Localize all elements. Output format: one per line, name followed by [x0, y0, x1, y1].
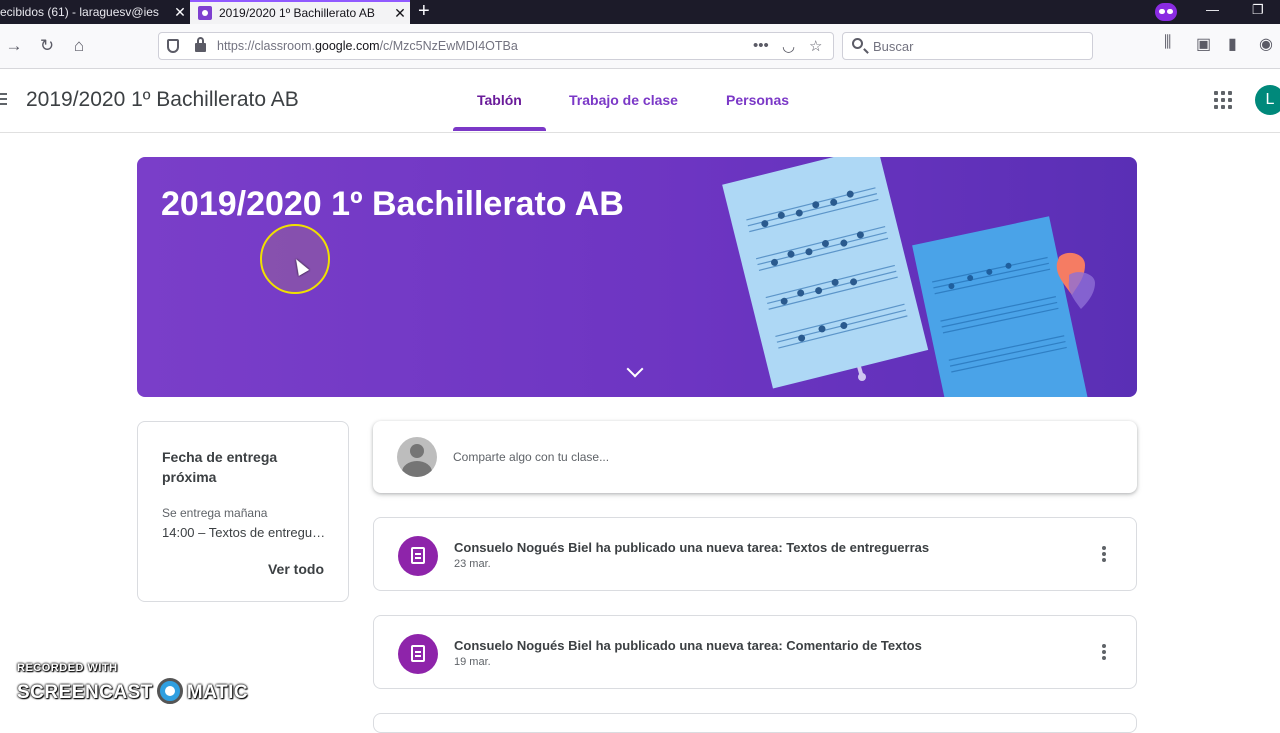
- extension-icon[interactable]: ▮: [1228, 34, 1237, 54]
- more-vert-icon[interactable]: [1102, 644, 1106, 662]
- post-date: 19 mar.: [454, 656, 491, 668]
- post-title: Consuelo Nogués Biel ha publicado una nu…: [454, 540, 930, 555]
- tracking-shield-icon[interactable]: [167, 39, 179, 53]
- assignment-icon: [398, 536, 438, 576]
- upcoming-title: Fecha de entrega próxima: [162, 449, 278, 485]
- url-domain: google.com: [314, 39, 380, 53]
- upcoming-card: Fecha de entrega próxima Se entrega maña…: [137, 421, 349, 602]
- active-tab-indicator: [453, 127, 546, 131]
- upcoming-due: Se entrega mañana: [162, 506, 268, 520]
- post-title: Consuelo Nogués Biel ha publicado una nu…: [454, 638, 922, 653]
- search-input[interactable]: Buscar: [842, 32, 1093, 60]
- browser-nav-bar: → ↻ ⌂ https://classroom.google.com/c/Mzc…: [0, 24, 1280, 69]
- view-all-button[interactable]: Ver todo: [268, 561, 324, 577]
- restore-icon[interactable]: ❐: [1252, 2, 1264, 18]
- forward-arrow-icon[interactable]: →: [2, 34, 26, 58]
- music-sheets-illustration: [722, 157, 1095, 397]
- sidebar-icon[interactable]: ▣: [1196, 34, 1211, 54]
- minimize-icon[interactable]: —: [1206, 2, 1219, 17]
- share-announcement-box[interactable]: Comparte algo con tu clase...: [373, 421, 1137, 493]
- tab-classwork[interactable]: Trabajo de clase: [569, 92, 678, 108]
- classroom-favicon-icon: [198, 6, 212, 20]
- home-icon[interactable]: ⌂: [67, 34, 91, 58]
- search-icon: [852, 38, 863, 49]
- reload-icon[interactable]: ↻: [35, 34, 59, 58]
- page-title: 2019/2020 1º Bachillerato AB: [26, 88, 299, 111]
- stream-post[interactable]: [373, 713, 1137, 733]
- close-icon[interactable]: ✕: [390, 5, 410, 22]
- url-text[interactable]: https://classroom.google.com/c/Mzc5NzEwM…: [217, 39, 518, 53]
- url-bar[interactable]: https://classroom.google.com/c/Mzc5NzEwM…: [158, 32, 834, 60]
- new-tab-button[interactable]: +: [418, 0, 430, 24]
- tab-title: 2019/2020 1º Bachillerato AB: [219, 6, 375, 20]
- stream-post[interactable]: Consuelo Nogués Biel ha publicado una nu…: [373, 615, 1137, 689]
- menu-icon[interactable]: [0, 93, 7, 108]
- tab-title: ecibidos (61) - laraguesv@ies: [0, 5, 159, 19]
- browser-tab-bar: ecibidos (61) - laraguesv@ies ✕ 2019/202…: [0, 0, 1280, 24]
- stream-post[interactable]: Consuelo Nogués Biel ha publicado una nu…: [373, 517, 1137, 591]
- assignment-icon: [398, 634, 438, 674]
- watermark-line1: RECORDED WITH: [17, 662, 118, 674]
- lock-icon[interactable]: [195, 37, 206, 52]
- close-icon[interactable]: ✕: [170, 4, 190, 21]
- avatar: [397, 437, 437, 477]
- banner-title: 2019/2020 1º Bachillerato AB: [161, 185, 624, 223]
- watermark-word2: MATIC: [186, 682, 249, 704]
- private-browsing-mask-icon: [1155, 3, 1177, 21]
- browser-tab-mail[interactable]: ecibidos (61) - laraguesv@ies ✕: [0, 0, 190, 24]
- classroom-header: 2019/2020 1º Bachillerato AB Tablón Trab…: [0, 69, 1280, 133]
- watermark-word1: SCREENCAST: [17, 682, 153, 704]
- library-icon[interactable]: ⫼: [1164, 34, 1171, 52]
- upcoming-assignment-link[interactable]: 14:00 – Textos de entreguerras: [162, 525, 328, 540]
- tab-stream[interactable]: Tablón: [477, 92, 522, 108]
- avatar[interactable]: L: [1255, 85, 1280, 115]
- more-vert-icon[interactable]: [1102, 546, 1106, 564]
- share-placeholder: Comparte algo con tu clase...: [453, 450, 610, 464]
- bookmark-star-icon[interactable]: ☆: [809, 37, 822, 55]
- url-prefix: https://classroom.: [217, 39, 315, 53]
- account-icon[interactable]: ◉: [1259, 34, 1273, 54]
- chevron-down-icon[interactable]: [626, 360, 644, 378]
- post-date: 23 mar.: [454, 558, 491, 570]
- tab-people[interactable]: Personas: [726, 92, 789, 108]
- url-path: /c/Mzc5NzEwMDI4OTBa: [379, 39, 518, 53]
- browser-tab-classroom[interactable]: 2019/2020 1º Bachillerato AB ✕: [190, 0, 410, 24]
- search-placeholder: Buscar: [873, 39, 914, 54]
- watermark-logo: SCREENCAST MATIC: [17, 678, 249, 706]
- pocket-icon[interactable]: ◡: [782, 37, 795, 55]
- google-apps-icon[interactable]: [1214, 91, 1232, 109]
- screencast-logo-icon: [156, 678, 183, 704]
- page-actions-icon[interactable]: •••: [753, 37, 769, 54]
